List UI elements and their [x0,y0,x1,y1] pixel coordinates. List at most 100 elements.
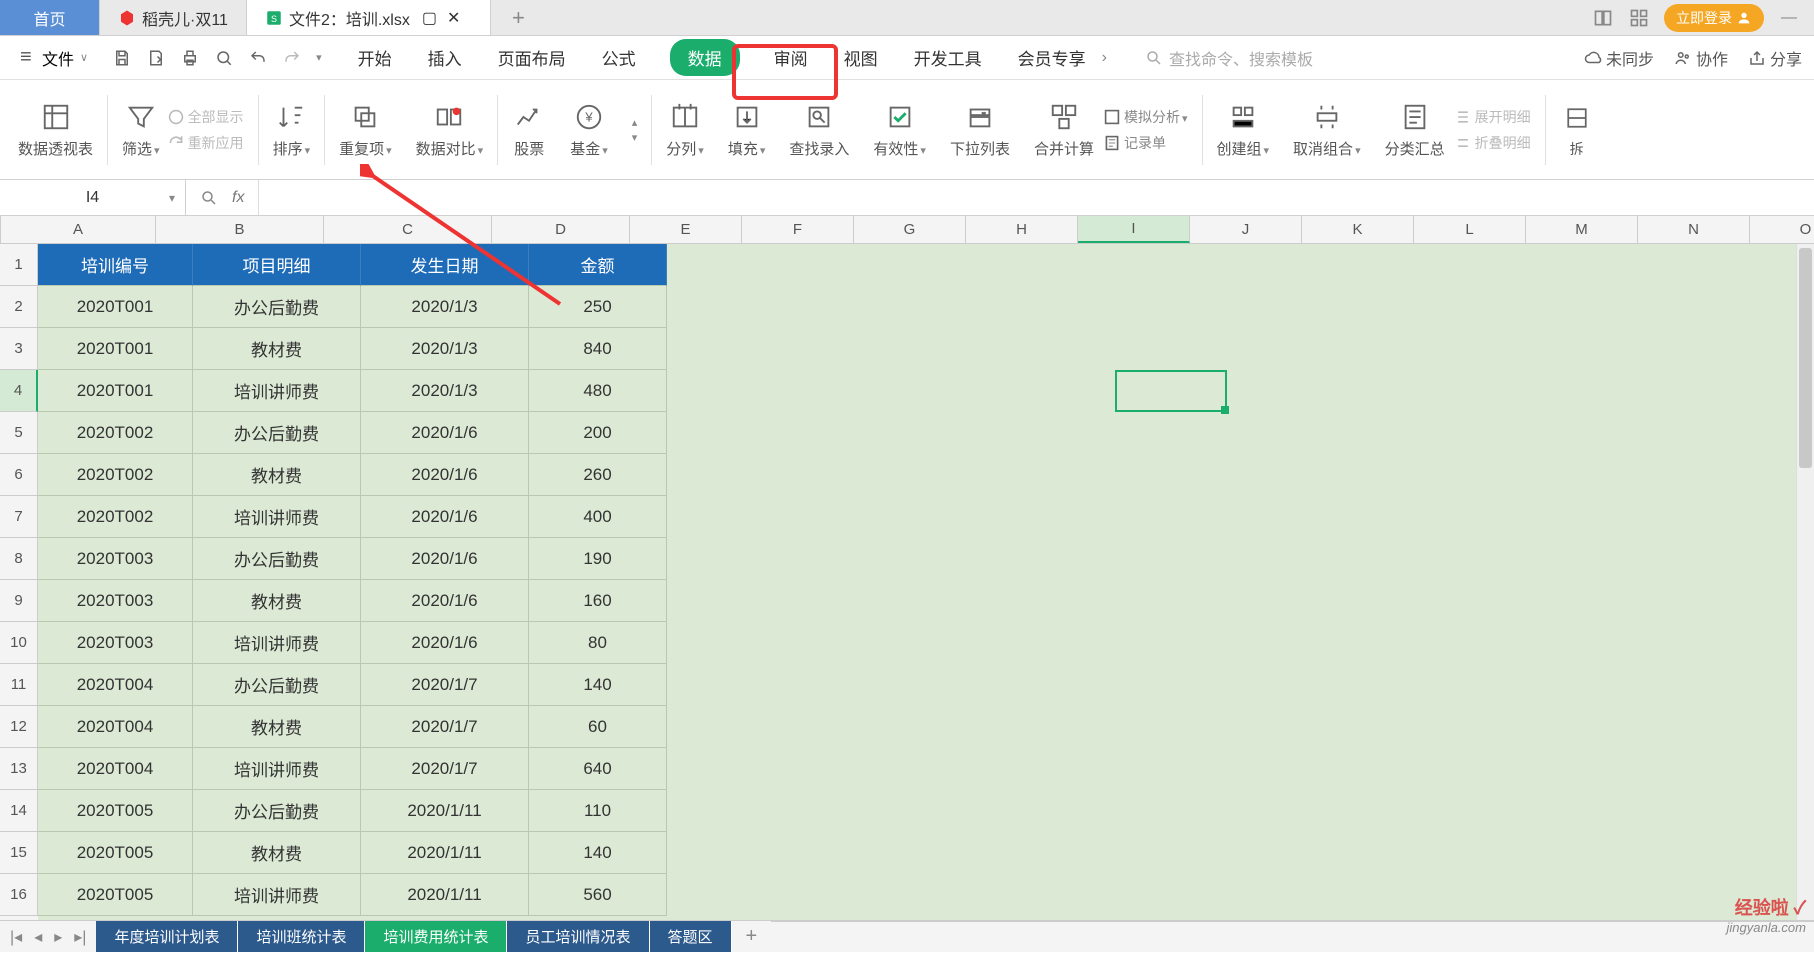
sheet-nav-prev[interactable]: ◂ [30,927,46,947]
ribbon-group[interactable]: 创建组 [1217,100,1270,159]
table-cell[interactable]: 2020T005 [38,874,193,916]
sheet-tab-2[interactable]: 培训费用统计表 [365,921,507,952]
col-header-L[interactable]: L [1414,216,1526,243]
table-cell[interactable]: 2020T003 [38,538,193,580]
table-cell[interactable]: 办公后勤费 [193,538,361,580]
table-cell[interactable]: 2020T003 [38,622,193,664]
table-cell[interactable]: 60 [529,706,667,748]
col-header-N[interactable]: N [1638,216,1750,243]
table-cell[interactable]: 培训讲师费 [193,370,361,412]
file-menu[interactable]: 文件 ∨ [12,46,96,70]
table-header-cell[interactable]: 金额 [529,244,667,286]
layout-icon[interactable] [1592,7,1614,29]
table-cell[interactable]: 教材费 [193,832,361,874]
table-cell[interactable]: 2020/1/6 [361,496,529,538]
search-box[interactable]: 查找命令、搜索模板 [1145,46,1313,70]
table-cell[interactable]: 2020/1/6 [361,454,529,496]
table-cell[interactable]: 2020T001 [38,328,193,370]
table-cell[interactable]: 2020/1/6 [361,538,529,580]
table-cell[interactable]: 2020/1/11 [361,832,529,874]
fx-label[interactable]: fx [232,189,244,207]
row-header-13[interactable]: 13 [0,748,38,790]
table-cell[interactable]: 教材费 [193,328,361,370]
formula-input[interactable] [258,180,1814,215]
tab-home[interactable]: 首页 [0,0,100,35]
table-cell[interactable]: 2020/1/11 [361,874,529,916]
table-cell[interactable]: 2020T002 [38,496,193,538]
table-cell[interactable]: 办公后勤费 [193,286,361,328]
sheet-nav-last[interactable]: ▸| [70,927,90,947]
more-up-icon[interactable]: ▴ [632,116,638,129]
row-header-2[interactable]: 2 [0,286,38,328]
new-tab-button[interactable]: + [491,0,545,35]
redo-icon[interactable] [282,48,302,68]
share-button[interactable]: 分享 [1748,46,1802,70]
table-cell[interactable]: 2020T003 [38,580,193,622]
col-header-O[interactable]: O [1750,216,1814,243]
table-cell[interactable]: 140 [529,832,667,874]
fill-handle[interactable] [1221,406,1229,414]
table-cell[interactable]: 160 [529,580,667,622]
menu-tab-2[interactable]: 页面布局 [496,41,568,74]
save-icon[interactable] [112,48,132,68]
ribbon-ungroup[interactable]: 取消组合 [1293,100,1361,159]
col-header-D[interactable]: D [492,216,630,243]
table-cell[interactable]: 培训讲师费 [193,748,361,790]
ribbon-more[interactable]: 拆 [1560,101,1594,159]
table-cell[interactable]: 480 [529,370,667,412]
ribbon-pivot[interactable]: 数据透视表 [18,100,93,159]
row-header-6[interactable]: 6 [0,454,38,496]
col-header-H[interactable]: H [966,216,1078,243]
sheet-tab-4[interactable]: 答题区 [650,921,732,952]
row-header-16[interactable]: 16 [0,874,38,916]
table-cell[interactable]: 2020T002 [38,412,193,454]
col-header-A[interactable]: A [1,216,156,243]
ribbon-sort[interactable]: 排序 [273,100,311,159]
table-cell[interactable]: 2020/1/3 [361,286,529,328]
ribbon-dropdown[interactable]: 下拉列表 [950,100,1010,159]
table-cell[interactable]: 2020/1/11 [361,790,529,832]
ribbon-duplicates[interactable]: 重复项 [339,100,392,159]
row-header-7[interactable]: 7 [0,496,38,538]
table-cell[interactable]: 2020T001 [38,370,193,412]
table-cell[interactable]: 培训讲师费 [193,874,361,916]
add-sheet-button[interactable]: + [732,921,772,952]
table-cell[interactable]: 840 [529,328,667,370]
table-cell[interactable]: 2020T004 [38,748,193,790]
row-header-5[interactable]: 5 [0,412,38,454]
table-cell[interactable]: 640 [529,748,667,790]
table-cell[interactable]: 140 [529,664,667,706]
zoom-icon[interactable] [200,189,218,207]
name-box[interactable]: I4 [0,180,186,215]
col-header-G[interactable]: G [854,216,966,243]
minimize-icon[interactable]: — [1778,7,1800,29]
row-header-11[interactable]: 11 [0,664,38,706]
print-icon[interactable] [180,48,200,68]
tab-docer[interactable]: 稻壳儿·双11 [100,0,247,35]
login-button[interactable]: 立即登录 [1664,4,1764,32]
col-header-B[interactable]: B [156,216,324,243]
table-cell[interactable]: 560 [529,874,667,916]
table-cell[interactable]: 2020/1/7 [361,748,529,790]
menu-tab-8[interactable]: 会员专享 [1016,41,1088,74]
ribbon-record[interactable]: 记录单 [1104,131,1188,155]
ribbon-subtotal[interactable]: 分类汇总 [1385,100,1445,159]
table-cell[interactable]: 2020T005 [38,832,193,874]
table-cell[interactable]: 2020T001 [38,286,193,328]
table-cell[interactable]: 2020T005 [38,790,193,832]
unsync-button[interactable]: 未同步 [1584,46,1654,70]
sheet-nav-next[interactable]: ▸ [50,927,66,947]
table-cell[interactable]: 190 [529,538,667,580]
save-as-icon[interactable] [146,48,166,68]
menu-tab-1[interactable]: 插入 [426,41,464,74]
row-header-8[interactable]: 8 [0,538,38,580]
tab-file-active[interactable]: S 文件2：培训.xlsx ▢ ✕ [247,0,491,35]
table-header-cell[interactable]: 发生日期 [361,244,529,286]
row-header-1[interactable]: 1 [0,244,38,286]
table-cell[interactable]: 2020/1/3 [361,328,529,370]
table-cell[interactable]: 250 [529,286,667,328]
table-cell[interactable]: 2020/1/7 [361,664,529,706]
table-cell[interactable]: 教材费 [193,580,361,622]
table-cell[interactable]: 400 [529,496,667,538]
table-cell[interactable]: 2020/1/6 [361,580,529,622]
